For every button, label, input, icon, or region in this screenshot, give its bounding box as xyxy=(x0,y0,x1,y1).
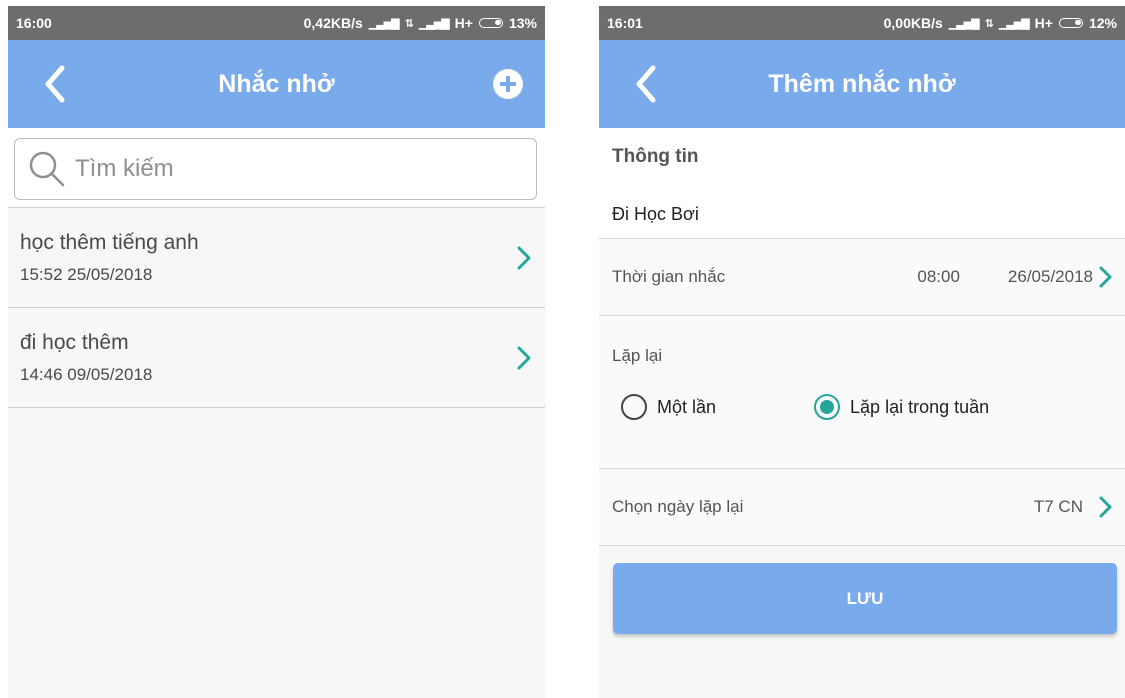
app-bar: Thêm nhắc nhở xyxy=(599,40,1125,128)
reminder-item[interactable]: học thêm tiếng anh 15:52 25/05/2018 xyxy=(8,208,545,308)
reminder-time-label: Thời gian nhắc xyxy=(612,267,726,286)
radio-unchecked-icon xyxy=(621,394,647,420)
data-transfer-icon: ⇅ xyxy=(404,17,414,30)
back-arrow-icon[interactable] xyxy=(38,60,74,108)
signal-icon-2: ▁▃▅▇ xyxy=(998,17,1030,30)
signal-icon-2: ▁▃▅▇ xyxy=(418,17,450,30)
repeat-days-row[interactable]: Chọn ngày lặp lại T7 CN xyxy=(599,469,1125,546)
search-input[interactable]: Tìm kiếm xyxy=(14,138,537,200)
network-speed: 0,00KB/s xyxy=(883,15,943,31)
status-bar: 16:01 0,00KB/s ▁▃▅▇ ⇅ ▁▃▅▇ H+ 12% xyxy=(599,6,1125,40)
reminder-datetime: 15:52 25/05/2018 xyxy=(20,264,153,284)
search-area: Tìm kiếm xyxy=(8,128,545,208)
radio-once-label: Một lần xyxy=(657,396,717,417)
reminder-time-row[interactable]: Thời gian nhắc 08:00 26/05/2018 xyxy=(599,239,1125,316)
search-icon xyxy=(29,151,65,187)
status-time: 16:00 xyxy=(16,15,52,31)
repeat-options: Một lần Lặp lại trong tuần xyxy=(599,366,1125,420)
save-button[interactable]: LƯU xyxy=(613,563,1117,634)
repeat-section: Lặp lại Một lần Lặp lại trong tuần xyxy=(599,316,1125,469)
network-type: H+ xyxy=(1034,15,1053,31)
info-label: Thông tin xyxy=(612,146,699,167)
add-reminder-screen: 16:01 0,00KB/s ▁▃▅▇ ⇅ ▁▃▅▇ H+ 12% Thêm n… xyxy=(599,6,1125,698)
battery-percent: 13% xyxy=(508,15,537,31)
search-placeholder: Tìm kiếm xyxy=(75,155,174,182)
chevron-right-icon xyxy=(1099,496,1112,518)
info-section: Thông tin Đi Học Bơi xyxy=(599,128,1125,239)
radio-checked-icon xyxy=(814,394,841,420)
battery-icon xyxy=(478,18,503,28)
chevron-right-icon xyxy=(517,246,531,269)
app-bar: Nhắc nhở xyxy=(8,40,545,128)
repeat-days-value: T7 CN xyxy=(1033,497,1083,516)
battery-icon xyxy=(1058,18,1083,28)
add-reminder-button[interactable] xyxy=(493,69,523,99)
repeat-days-label: Chọn ngày lặp lại xyxy=(612,497,744,516)
reminder-date-value[interactable]: 26/05/2018 xyxy=(1008,267,1093,287)
status-time: 16:01 xyxy=(607,15,643,31)
reminder-name-field[interactable]: Đi Học Bơi xyxy=(599,168,1125,225)
radio-weekly[interactable]: Lặp lại trong tuần xyxy=(814,394,989,420)
battery-percent: 12% xyxy=(1088,15,1117,31)
signal-icon: ▁▃▅▇ xyxy=(368,17,400,30)
chevron-right-icon xyxy=(517,346,531,369)
repeat-label: Lặp lại xyxy=(612,346,663,365)
status-indicators: 0,42KB/s ▁▃▅▇ ⇅ ▁▃▅▇ H+ 13% xyxy=(304,15,537,31)
reminder-time-value[interactable]: 08:00 xyxy=(917,267,960,287)
network-type: H+ xyxy=(454,15,473,31)
status-bar: 16:00 0,42KB/s ▁▃▅▇ ⇅ ▁▃▅▇ H+ 13% xyxy=(8,6,545,40)
reminder-list-screen: 16:00 0,42KB/s ▁▃▅▇ ⇅ ▁▃▅▇ H+ 13% Nhắc n… xyxy=(8,6,545,698)
reminder-title: học thêm tiếng anh xyxy=(20,230,199,254)
data-transfer-icon: ⇅ xyxy=(984,17,994,30)
reminder-datetime: 14:46 09/05/2018 xyxy=(20,364,153,384)
signal-icon: ▁▃▅▇ xyxy=(948,17,980,30)
radio-once[interactable]: Một lần xyxy=(621,394,716,420)
page-title: Nhắc nhở xyxy=(218,69,335,98)
page-title: Thêm nhắc nhở xyxy=(768,69,956,98)
network-speed: 0,42KB/s xyxy=(303,15,363,31)
back-arrow-icon[interactable] xyxy=(629,60,665,108)
reminder-item[interactable]: đi học thêm 14:46 09/05/2018 xyxy=(8,308,545,408)
reminder-title: đi học thêm xyxy=(20,330,129,354)
chevron-right-icon xyxy=(1099,266,1112,288)
radio-weekly-label: Lặp lại trong tuần xyxy=(850,396,990,417)
status-indicators: 0,00KB/s ▁▃▅▇ ⇅ ▁▃▅▇ H+ 12% xyxy=(884,15,1117,31)
